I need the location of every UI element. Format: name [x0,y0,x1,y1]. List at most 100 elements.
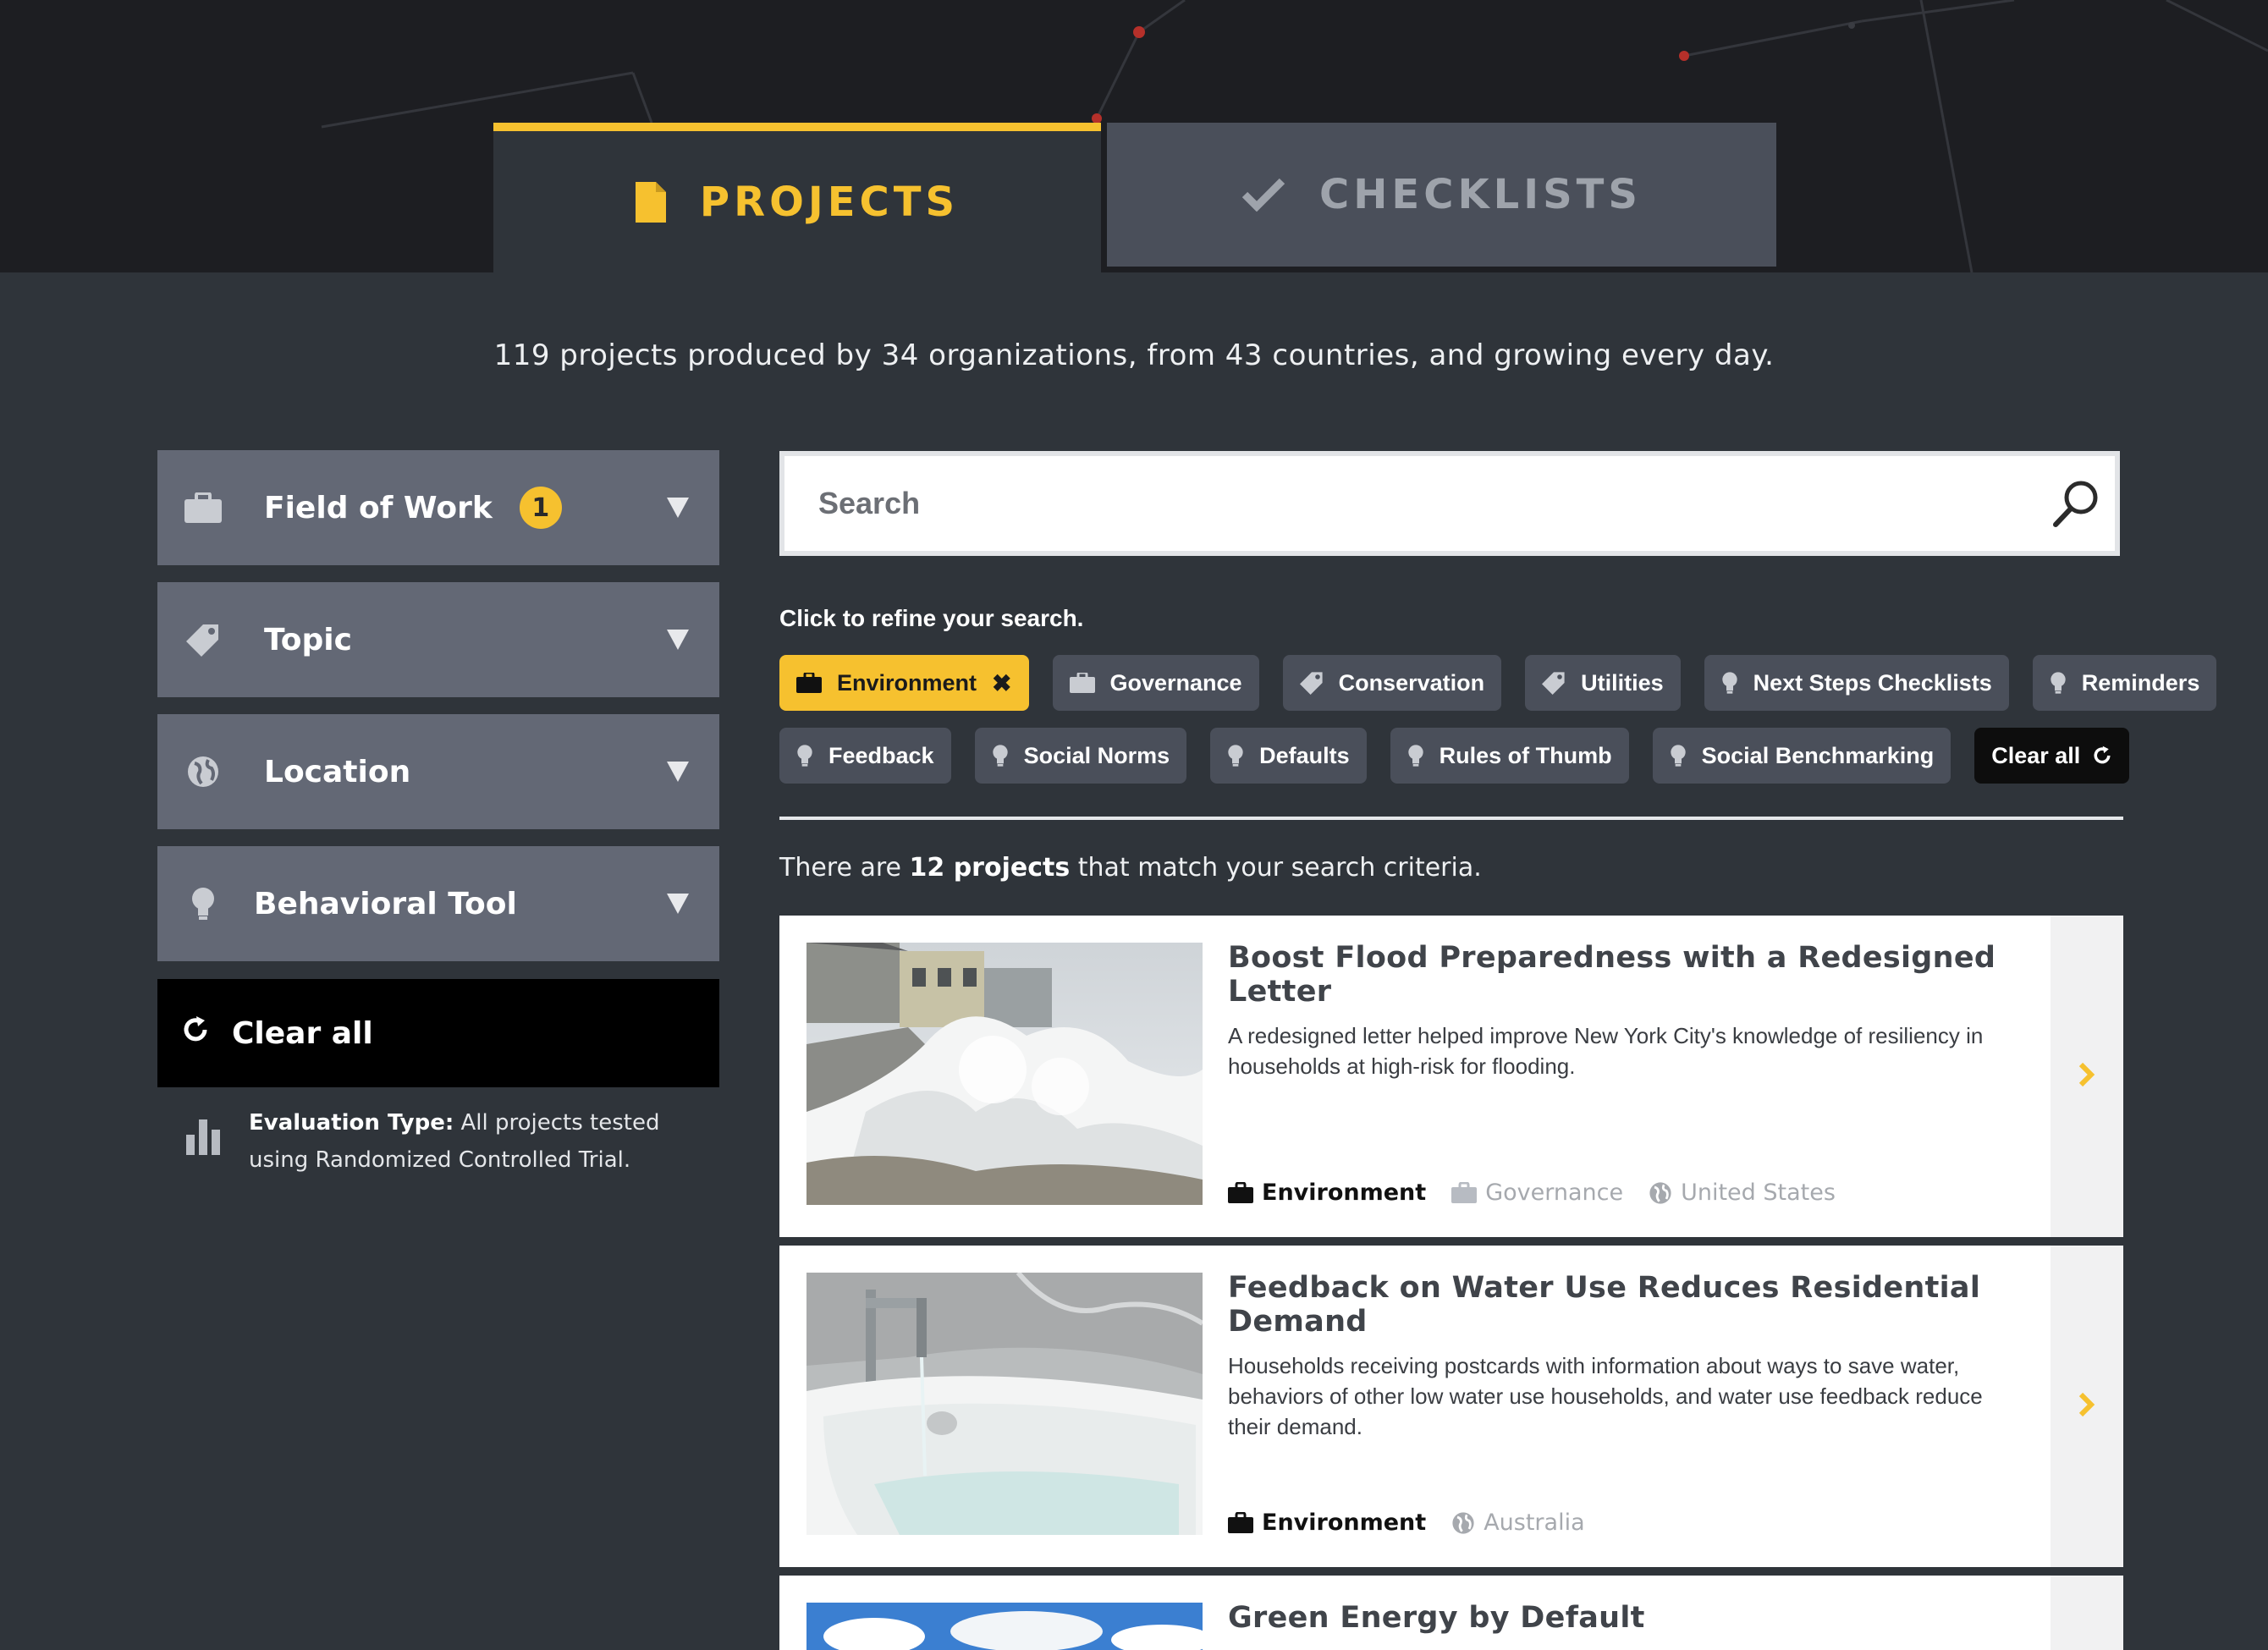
filter-behavioral-tool[interactable]: Behavioral Tool [157,846,719,961]
chip-defaults[interactable]: Defaults [1210,728,1367,784]
bar-chart-icon [186,1104,220,1179]
chip-label: Environment [837,669,977,696]
refine-chips: Environment ✖ Governance Conservation Ut… [779,655,2217,800]
refine-hint: Click to refine your search. [779,605,1084,631]
chip-environment[interactable]: Environment ✖ [779,655,1029,711]
tag-location: United States [1649,1180,1836,1206]
dropdown-arrow-icon [667,630,689,650]
chips-clear-all-button[interactable]: Clear all [1974,728,2130,784]
chip-label: Defaults [1259,742,1350,768]
close-icon[interactable]: ✖ [992,669,1011,697]
tab-checklists[interactable]: CHECKLISTS [1107,123,1776,267]
tag-label: Australia [1484,1510,1585,1536]
tab-projects-label: PROJECTS [699,178,960,226]
chip-conservation[interactable]: Conservation [1282,655,1502,711]
filter-field-of-work[interactable]: Field of Work 1 [157,450,719,565]
tab-projects[interactable]: PROJECTS [493,123,1101,272]
search-box [779,451,2120,556]
checkmark-icon [1241,178,1285,212]
briefcase-icon [181,486,225,530]
results-count: There are 12 projects that match your se… [779,853,1482,883]
project-body: Green Energy by Default [1228,1601,2023,1635]
project-card[interactable]: Boost Flood Preparedness with a Redesign… [779,916,2123,1237]
chevron-right-icon [2078,1061,2096,1092]
search-icon[interactable] [2039,479,2115,528]
project-title[interactable]: Boost Flood Preparedness with a Redesign… [1228,941,2023,1009]
globe-icon [181,750,225,794]
lightbulb-icon [796,744,813,767]
results-prefix: There are [779,853,910,883]
chip-utilities[interactable]: Utilities [1525,655,1681,711]
chip-rules-of-thumb[interactable]: Rules of Thumb [1390,728,1629,784]
chevron-right-icon [2078,1391,2096,1422]
chip-social-benchmarking[interactable]: Social Benchmarking [1652,728,1951,784]
lightbulb-icon [1407,744,1424,767]
lightbulb-icon [181,882,225,926]
divider [779,817,2123,820]
results-number: 12 projects [909,853,1071,883]
filter-label: Location [264,754,411,789]
chip-label: Social Benchmarking [1701,742,1935,768]
project-card[interactable]: Green Energy by Default [779,1576,2123,1650]
project-title[interactable]: Feedback on Water Use Reduces Residentia… [1228,1271,2023,1339]
globe-icon [1649,1181,1672,1205]
chip-label: Utilities [1581,669,1664,696]
chip-feedback[interactable]: Feedback [779,728,951,784]
search-input[interactable] [818,486,2039,521]
filter-label: Field of Work [264,490,493,525]
tag-location: Australia [1451,1510,1585,1536]
briefcase-icon [1228,1181,1253,1204]
chip-reminders[interactable]: Reminders [2032,655,2217,711]
project-card[interactable]: Feedback on Water Use Reduces Residentia… [779,1246,2123,1567]
briefcase-icon [1451,1181,1478,1204]
briefcase-icon [1228,1511,1253,1534]
filter-count-badge: 1 [519,487,562,529]
filter-location[interactable]: Location [157,714,719,829]
project-thumbnail-flood [806,943,1203,1205]
refresh-icon [181,1015,210,1052]
open-project-button[interactable] [2051,1576,2123,1650]
chip-label: Social Norms [1023,742,1170,768]
globe-icon [1451,1511,1475,1535]
open-project-button[interactable] [2051,916,2123,1237]
project-thumbnail-bathtub [806,1273,1203,1535]
briefcase-icon [1069,673,1095,693]
filter-topic[interactable]: Topic [157,582,719,697]
lightbulb-icon [1721,671,1738,695]
lightbulb-icon [1227,744,1244,767]
filter-label: Topic [264,622,352,657]
project-tags: Environment Australia [1228,1510,1610,1536]
evaluation-type-note: Evaluation Type: All projects tested usi… [186,1104,711,1179]
project-tags: Environment Governance United States [1228,1180,1861,1206]
lightbulb-icon [992,744,1009,767]
chip-label: Conservation [1338,669,1485,696]
briefcase-icon [796,673,822,693]
dropdown-arrow-icon [667,762,689,782]
clear-all-label: Clear all [232,1015,373,1051]
sidebar-clear-all-button[interactable]: Clear all [157,979,719,1087]
tag-label: Governance [1485,1180,1624,1206]
project-description: Households receiving postcards with info… [1228,1353,1983,1439]
tag-field: Environment [1228,1180,1426,1206]
chip-label: Feedback [828,742,934,768]
open-project-button[interactable] [2051,1246,2123,1567]
chip-governance[interactable]: Governance [1052,655,1259,711]
chip-social-norms[interactable]: Social Norms [974,728,1187,784]
intro-text: 119 projects produced by 34 organization… [493,338,1775,372]
site-header: PROJECTS CHECKLISTS [0,0,2268,272]
project-title[interactable]: Green Energy by Default [1228,1601,2023,1635]
tag-label: Environment [1262,1510,1427,1536]
chip-next-steps-checklists[interactable]: Next Steps Checklists [1704,655,2009,711]
lightbulb-icon [2050,671,2067,695]
dropdown-arrow-icon [667,894,689,914]
refresh-icon [2092,745,2112,766]
chip-label: Governance [1109,669,1242,696]
project-description: A redesigned letter helped improve New Y… [1228,1023,1984,1079]
evaluation-text: Evaluation Type: All projects tested usi… [249,1104,711,1179]
chip-label: Rules of Thumb [1439,742,1612,768]
tag-icon [1542,671,1566,695]
tag-icon [181,618,225,662]
dropdown-arrow-icon [667,498,689,518]
chip-label: Reminders [2081,669,2200,696]
lightbulb-icon [1670,744,1687,767]
